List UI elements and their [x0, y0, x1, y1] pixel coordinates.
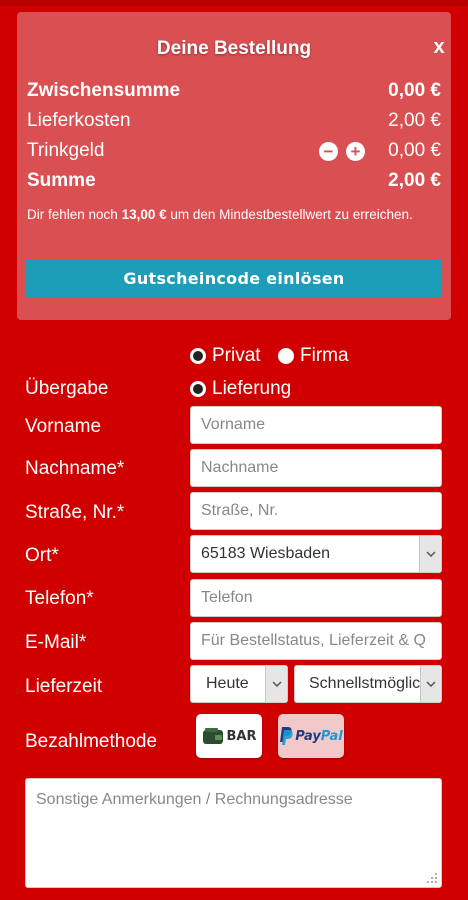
- delivery-cost-value: 2,00 €: [388, 110, 441, 131]
- subtotal-value: 0,00 €: [388, 80, 441, 101]
- street-input[interactable]: [190, 492, 442, 530]
- paypal-label-pay: Pay: [295, 728, 321, 744]
- tip-increase-button[interactable]: +: [346, 142, 365, 161]
- wallet-icon: [202, 727, 224, 745]
- last-name-label: Nachname*: [25, 458, 125, 479]
- total-value: 2,00 €: [388, 170, 441, 191]
- resize-grip-icon[interactable]: [426, 872, 438, 884]
- radio-company-indicator: [278, 348, 294, 364]
- subtotal-row: Zwischensumme 0,00 €: [27, 80, 441, 102]
- total-label: Summe: [27, 170, 96, 191]
- handover-label: Übergabe: [25, 378, 109, 399]
- email-label: E-Mail*: [25, 632, 87, 653]
- tip-label: Trinkgeld: [27, 140, 105, 161]
- radio-delivery[interactable]: Lieferung: [190, 378, 291, 400]
- cash-label: BAR: [226, 728, 257, 744]
- tip-value: 0,00 €: [388, 140, 441, 161]
- order-summary-panel: Deine Bestellung x Zwischensumme 0,00 € …: [17, 12, 451, 320]
- radio-company-label: Firma: [300, 345, 349, 366]
- first-name-label: Vorname: [25, 416, 102, 437]
- payment-method-label: Bezahlmethode: [25, 731, 158, 752]
- delivery-day-select[interactable]: Heute: [190, 665, 288, 703]
- pay-cash-button[interactable]: BAR: [196, 714, 262, 758]
- delivery-cost-label: Lieferkosten: [27, 110, 131, 131]
- street-label: Straße, Nr.*: [25, 502, 125, 523]
- tip-row: Trinkgeld 0,00 €: [27, 140, 441, 162]
- subtotal-label: Zwischensumme: [27, 80, 181, 101]
- redeem-voucher-button[interactable]: Gutscheincode einlösen: [26, 259, 442, 297]
- radio-private[interactable]: Privat: [190, 345, 261, 367]
- total-row: Summe 2,00 €: [27, 170, 441, 192]
- delivery-day-value: Heute: [206, 675, 249, 692]
- pay-paypal-button[interactable]: PayPal: [278, 714, 344, 758]
- phone-label: Telefon*: [25, 588, 94, 609]
- delivery-time-value: Schnellstmöglich: [309, 675, 420, 692]
- radio-delivery-indicator: [190, 381, 206, 397]
- chevron-down-icon: [265, 666, 287, 702]
- delivery-time-label: Lieferzeit: [25, 676, 103, 697]
- phone-input[interactable]: [190, 579, 442, 617]
- chevron-down-icon: [419, 536, 441, 572]
- minimum-order-hint: Dir fehlen noch 13,00 € um den Mindestbe…: [27, 201, 427, 228]
- last-name-input[interactable]: [190, 449, 442, 487]
- hint-suffix: um den Mindestbestellwert zu erreichen.: [170, 207, 413, 222]
- hint-prefix: Dir fehlen noch: [27, 207, 118, 222]
- top-strip: [0, 0, 468, 6]
- paypal-label: PayPal: [295, 729, 342, 744]
- email-input[interactable]: [190, 622, 442, 660]
- radio-company[interactable]: Firma: [278, 345, 349, 367]
- first-name-input[interactable]: [190, 406, 442, 444]
- hint-amount: 13,00 €: [121, 207, 167, 222]
- city-select-value: 65183 Wiesbaden: [201, 545, 330, 562]
- radio-delivery-label: Lieferung: [212, 378, 292, 399]
- chevron-down-icon: [419, 666, 441, 702]
- paypal-icon: [279, 726, 293, 746]
- panel-title: Deine Bestellung: [156, 38, 312, 59]
- tip-controls: − +: [319, 142, 365, 161]
- delivery-cost-row: Lieferkosten 2,00 €: [27, 110, 441, 132]
- radio-private-label: Privat: [212, 345, 261, 366]
- city-label: Ort*: [25, 545, 59, 566]
- tip-decrease-button[interactable]: −: [319, 142, 338, 161]
- delivery-time-select[interactable]: Schnellstmöglich: [294, 665, 442, 703]
- close-button[interactable]: x: [429, 36, 449, 59]
- city-select[interactable]: 65183 Wiesbaden: [190, 535, 442, 573]
- radio-private-indicator: [190, 348, 206, 364]
- notes-textarea[interactable]: [25, 778, 442, 888]
- paypal-label-pal: Pal: [320, 728, 343, 744]
